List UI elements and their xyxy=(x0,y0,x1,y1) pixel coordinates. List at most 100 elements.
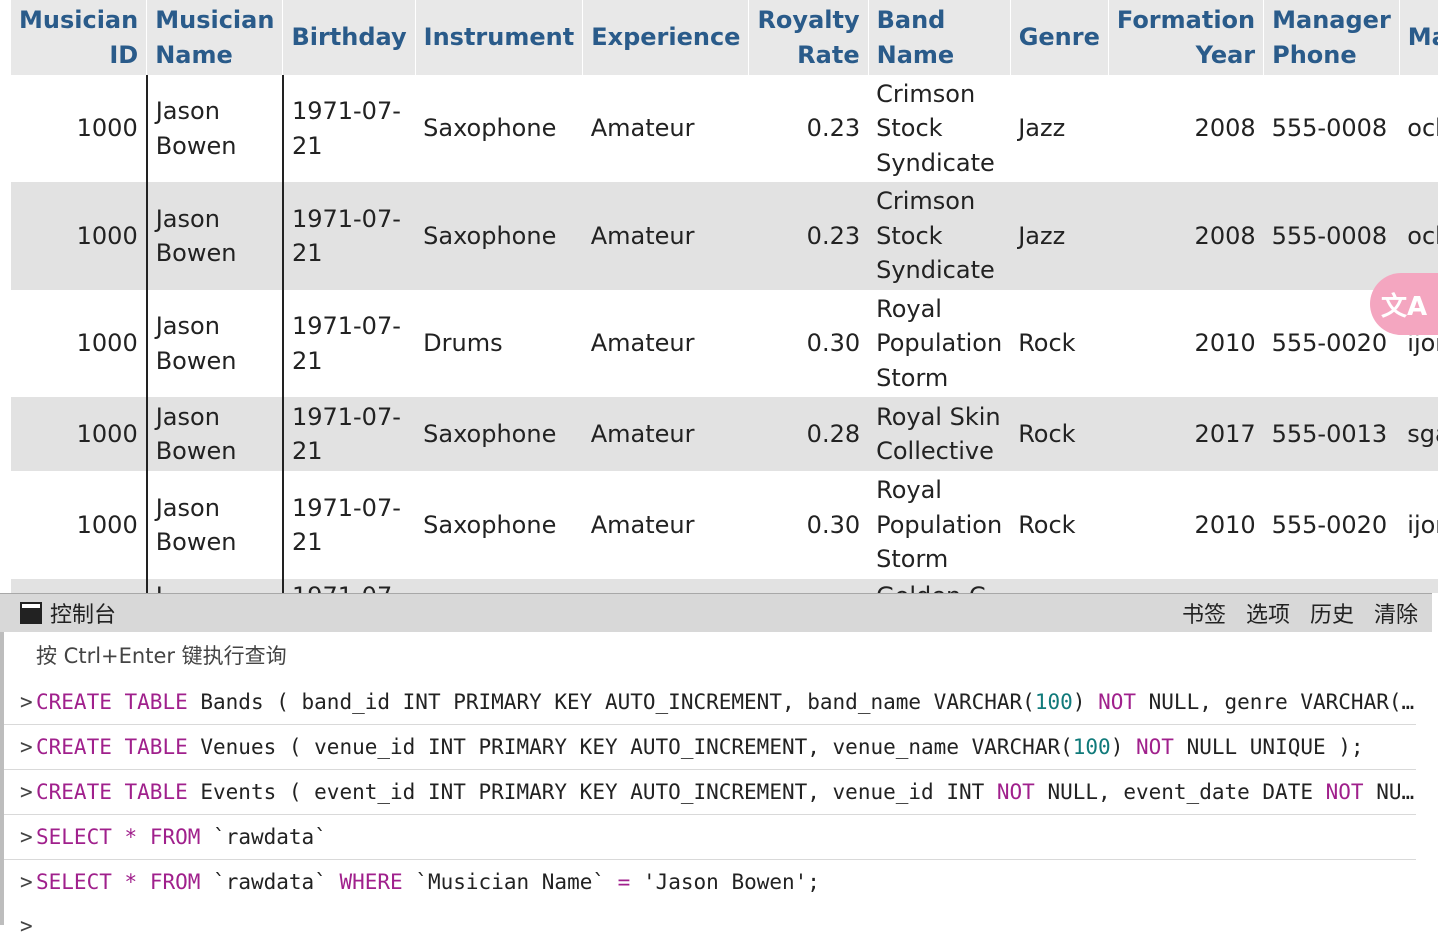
table-cell: och xyxy=(1399,75,1438,182)
table-cell: sga xyxy=(1399,397,1438,471)
table-cell: 1971-07-21 xyxy=(283,182,415,290)
console-actions: 书签 选项 历史 清除 xyxy=(1182,594,1418,632)
table-row[interactable]: 1000Jason Bowen1971-07-21DrumsAmateur0.3… xyxy=(11,290,1438,397)
table-row[interactable]: 1000Jason Bowen1971-07-21SaxophoneAmateu… xyxy=(11,182,1438,290)
table-cell: 2010 xyxy=(1108,290,1263,397)
table-cell: Amateur xyxy=(583,397,749,471)
table-row[interactable]: 1000Jason Bowen1971-07-21SaxophoneAmateu… xyxy=(11,75,1438,182)
column-header[interactable]: Musician Name xyxy=(147,0,283,75)
table-cell: Jazz xyxy=(1010,75,1108,182)
table-cell: 555-0008 xyxy=(1264,75,1400,182)
table-cell: 1971-07-21 xyxy=(283,471,415,579)
bookmarks-button[interactable]: 书签 xyxy=(1182,597,1226,629)
column-header[interactable]: Birthday xyxy=(283,0,415,75)
table-cell: 555-0013 xyxy=(1264,397,1400,471)
query-text: SELECT * FROM `rawdata` WHERE `Musician … xyxy=(36,870,820,894)
table-cell: 1000 xyxy=(11,182,147,290)
prompt-icon: > xyxy=(20,725,33,769)
table-cell: Amateur xyxy=(583,75,749,182)
table-cell xyxy=(11,579,147,593)
table-cell: 1971-07-21 xyxy=(283,75,415,182)
column-header[interactable]: Musician ID xyxy=(11,0,147,75)
column-header[interactable]: Ma xyxy=(1399,0,1438,75)
console-input-line[interactable]: > xyxy=(4,904,1416,948)
table-cell: 1000 xyxy=(11,471,147,579)
table-row[interactable]: 1000Jason Bowen1971-07-21SaxophoneAmateu… xyxy=(11,471,1438,579)
header-row: Musician IDMusician NameBirthdayInstrume… xyxy=(11,0,1438,75)
table-cell: 555-0020 xyxy=(1264,471,1400,579)
column-header[interactable]: Experience xyxy=(583,0,749,75)
table-cell: Jason Bowen xyxy=(147,471,283,579)
translate-icon[interactable]: 文A xyxy=(1370,273,1438,335)
table-cell: Saxophone xyxy=(415,75,583,182)
prompt-icon: > xyxy=(20,680,33,724)
results-table: Musician IDMusician NameBirthdayInstrume… xyxy=(10,0,1438,593)
console-body: 按 Ctrl+Enter 键执行查询 >CREATE TABLE Bands (… xyxy=(0,632,1432,925)
table-row[interactable]: 1000Jason Bowen1971-07-21SaxophoneAmateu… xyxy=(11,397,1438,471)
column-header[interactable]: Royalty Rate xyxy=(749,0,868,75)
query-history-item[interactable]: >SELECT * FROM `rawdata` xyxy=(4,814,1416,859)
table-cell: Amateur xyxy=(583,182,749,290)
table-cell xyxy=(1010,579,1108,593)
prompt-icon: > xyxy=(20,904,33,948)
table-cell: 2008 xyxy=(1108,75,1263,182)
table-cell: 1000 xyxy=(11,397,147,471)
query-history-item[interactable]: >CREATE TABLE Venues ( venue_id INT PRIM… xyxy=(4,724,1416,769)
column-header[interactable]: Instrument xyxy=(415,0,583,75)
table-cell: Saxophone xyxy=(415,471,583,579)
table-cell: Jason Bowen xyxy=(147,397,283,471)
table-cell: Rock xyxy=(1010,471,1108,579)
table-cell: Jason Bowen xyxy=(147,290,283,397)
table-cell: Saxophone xyxy=(415,397,583,471)
table-cell xyxy=(1264,579,1400,593)
table-cell xyxy=(1108,579,1263,593)
prompt-icon: > xyxy=(20,770,33,814)
table-cell xyxy=(415,579,583,593)
table-cell: 1971-07-21 xyxy=(283,397,415,471)
table-cell: J xyxy=(147,579,283,593)
table-cell: 555-0008 xyxy=(1264,182,1400,290)
table-cell: Jazz xyxy=(1010,182,1108,290)
query-text: CREATE TABLE Venues ( venue_id INT PRIMA… xyxy=(36,735,1364,759)
table-cell xyxy=(1399,579,1438,593)
table-cell: Jason Bowen xyxy=(147,75,283,182)
prompt-icon: > xyxy=(20,815,33,859)
console-header: 控制台 书签 选项 历史 清除 xyxy=(0,593,1432,633)
column-header[interactable]: Genre xyxy=(1010,0,1108,75)
table-cell xyxy=(583,579,749,593)
console-icon[interactable] xyxy=(20,602,42,624)
table-cell: 1971-07-21 xyxy=(283,290,415,397)
query-text: SELECT * FROM `rawdata` xyxy=(36,825,327,849)
clear-button[interactable]: 清除 xyxy=(1374,597,1418,629)
table-row[interactable]: J1971-07Golden C xyxy=(11,579,1438,593)
table-cell: 0.23 xyxy=(749,182,868,290)
table-cell: 0.23 xyxy=(749,75,868,182)
table-cell: 0.30 xyxy=(749,290,868,397)
prompt-icon: > xyxy=(20,860,33,904)
column-header[interactable]: Band Name xyxy=(868,0,1010,75)
column-header[interactable]: Formation Year xyxy=(1108,0,1263,75)
table-cell: Saxophone xyxy=(415,182,583,290)
column-header[interactable]: Manager Phone xyxy=(1264,0,1400,75)
table-cell: Amateur xyxy=(583,471,749,579)
console-hint: 按 Ctrl+Enter 键执行查询 xyxy=(4,632,1416,680)
table-cell: Royal Population Storm xyxy=(868,290,1010,397)
table-cell: Rock xyxy=(1010,397,1108,471)
query-history-item[interactable]: >CREATE TABLE Events ( event_id INT PRIM… xyxy=(4,769,1416,814)
table-cell: 1000 xyxy=(11,75,147,182)
table-cell: Crimson Stock Syndicate xyxy=(868,75,1010,182)
table-cell: Royal Skin Collective xyxy=(868,397,1010,471)
table-cell: Amateur xyxy=(583,290,749,397)
query-history-item[interactable]: >SELECT * FROM `rawdata` WHERE `Musician… xyxy=(4,859,1416,904)
options-button[interactable]: 选项 xyxy=(1246,597,1290,629)
table-cell: Rock xyxy=(1010,290,1108,397)
table-cell: Jason Bowen xyxy=(147,182,283,290)
table-cell: 0.30 xyxy=(749,471,868,579)
table-cell: Drums xyxy=(415,290,583,397)
table-cell: Crimson Stock Syndicate xyxy=(868,182,1010,290)
table-cell: 0.28 xyxy=(749,397,868,471)
table-cell: Royal Population Storm xyxy=(868,471,1010,579)
table-cell: 2017 xyxy=(1108,397,1263,471)
query-history-item[interactable]: >CREATE TABLE Bands ( band_id INT PRIMAR… xyxy=(4,680,1416,724)
history-button[interactable]: 历史 xyxy=(1310,597,1354,629)
